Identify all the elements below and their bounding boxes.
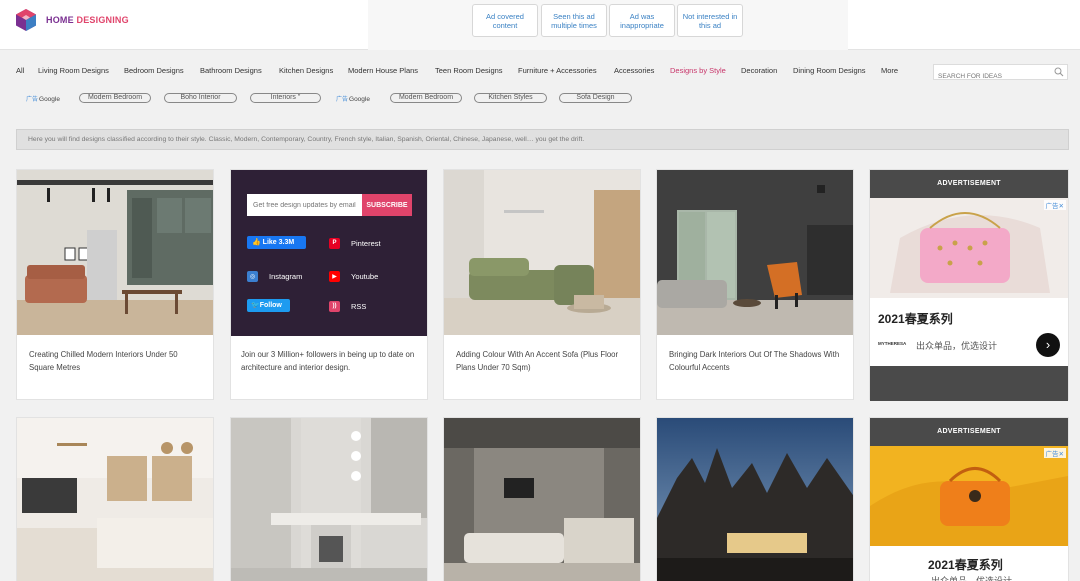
- nav-teen-room[interactable]: Teen Room Designs: [435, 66, 503, 75]
- nav-furniture-accessories[interactable]: Furniture + Accessories: [518, 66, 597, 75]
- article-card-row2-1[interactable]: [16, 417, 214, 581]
- tag-modern-bedroom-2[interactable]: Modern Bedroom: [390, 93, 462, 103]
- pinterest-icon: P: [329, 237, 340, 249]
- ad-title: 2021春夏系列: [928, 558, 1003, 572]
- ad-subtitle: 出众单品，优选设计: [916, 341, 998, 351]
- ad-choices-tag[interactable]: 广告✕: [1043, 200, 1066, 210]
- article-thumbnail[interactable]: [17, 418, 213, 581]
- tag-sofa-design[interactable]: Sofa Design: [559, 93, 632, 103]
- search-box: [933, 64, 1068, 84]
- article-card-row2-3[interactable]: [443, 417, 641, 581]
- nav-more[interactable]: More: [881, 66, 898, 75]
- article-card-row2-2[interactable]: [230, 417, 428, 581]
- ad-next-arrow-icon[interactable]: ›: [1036, 333, 1060, 357]
- email-subscribe-input[interactable]: [247, 194, 362, 216]
- advertisement-heading: ADVERTISEMENT: [870, 418, 1068, 446]
- nav-designs-by-style[interactable]: Designs by Style: [670, 66, 726, 75]
- tag-kitchen-styles[interactable]: Kitchen Styles: [474, 93, 547, 103]
- nav-bedroom[interactable]: Bedroom Designs: [124, 66, 184, 75]
- social-caption: Join our 3 Million+ followers in being u…: [241, 350, 415, 372]
- instagram-link[interactable]: ◎ Instagram: [247, 270, 302, 282]
- google-ad-label: 广告Google: [336, 96, 370, 103]
- advertisement-block: ADVERTISEMENT 广告✕ 2021春夏系列 MYTHERESA 出众单…: [869, 169, 1069, 401]
- ad-brand-logo: MYTHERESA: [878, 341, 907, 346]
- article-card-chilled-interiors[interactable]: Creating Chilled Modern Interiors Under …: [16, 169, 214, 400]
- article-thumbnail[interactable]: [657, 170, 853, 335]
- tag-boho-interior[interactable]: Boho Interior: [164, 93, 237, 103]
- twitter-bird-icon: 🐦: [251, 302, 260, 309]
- nav-decoration[interactable]: Decoration: [741, 66, 777, 75]
- ad-feedback-not-interested-button[interactable]: Not interested in this ad: [677, 4, 743, 37]
- social-caption-area: Join our 3 Million+ followers in being u…: [231, 336, 427, 399]
- advertisement-block-2: ADVERTISEMENT 广告✕ 2021春夏系列 出众单品，优选设计: [869, 417, 1069, 581]
- article-thumbnail[interactable]: [444, 418, 640, 581]
- nav-living-room[interactable]: Living Room Designs: [38, 66, 109, 75]
- nav-kitchen[interactable]: Kitchen Designs: [279, 66, 333, 75]
- youtube-icon: ▶: [329, 270, 340, 282]
- article-title[interactable]: Bringing Dark Interiors Out Of The Shado…: [669, 348, 841, 374]
- home-designing-logo-icon[interactable]: [14, 8, 38, 32]
- ad-choices-tag[interactable]: 广告✕: [1043, 448, 1066, 458]
- tag-modern-bedroom[interactable]: Modern Bedroom: [79, 93, 151, 103]
- ad-banner-image[interactable]: [870, 198, 1068, 298]
- ad-footer-bar: [870, 366, 1068, 401]
- ad-title: 2021春夏系列: [878, 312, 953, 326]
- nav-dining-room[interactable]: Dining Room Designs: [793, 66, 866, 75]
- sponsored-tags: 广告Google Modern Bedroom Boho Interior In…: [0, 93, 700, 105]
- article-thumbnail[interactable]: [17, 170, 213, 335]
- site-header: HOME DESIGNING Ad covered content Seen t…: [0, 0, 1080, 50]
- article-thumbnail[interactable]: [657, 418, 853, 581]
- ad-text-area[interactable]: 2021春夏系列 出众单品，优选设计: [870, 546, 1068, 581]
- nav-accessories[interactable]: Accessories: [614, 66, 654, 75]
- instagram-icon: ◎: [247, 270, 258, 282]
- nav-modern-house-plans[interactable]: Modern House Plans: [348, 66, 418, 75]
- article-title[interactable]: Adding Colour With An Accent Sofa (Plus …: [456, 348, 628, 374]
- thumbs-up-icon: 👍: [252, 239, 261, 246]
- ad-feedback-covered-button[interactable]: Ad covered content: [472, 4, 538, 37]
- google-ad-label: 广告Google: [26, 96, 60, 103]
- brand-name[interactable]: HOME DESIGNING: [46, 15, 129, 25]
- ad-feedback-inappropriate-button[interactable]: Ad was inappropriate: [609, 4, 675, 37]
- style-intro-bar: Here you will find designs classified ac…: [16, 129, 1069, 150]
- rss-icon: )): [329, 300, 340, 312]
- search-icon[interactable]: [1054, 67, 1064, 77]
- ad-banner-image[interactable]: [870, 446, 1068, 546]
- rss-link[interactable]: )) RSS: [329, 300, 366, 312]
- ad-feedback-repeated-button[interactable]: Seen this ad multiple times: [541, 4, 607, 37]
- pinterest-link[interactable]: P Pinterest: [329, 237, 381, 249]
- facebook-like-button[interactable]: 👍 Like 3.3M: [247, 236, 306, 249]
- article-card-row2-4[interactable]: [656, 417, 854, 581]
- article-title[interactable]: Creating Chilled Modern Interiors Under …: [29, 348, 201, 374]
- youtube-link[interactable]: ▶ Youtube: [329, 270, 378, 282]
- nav-all[interactable]: All: [16, 66, 24, 75]
- advertisement-heading: ADVERTISEMENT: [870, 170, 1068, 198]
- ad-feedback-strip: Ad covered content Seen this ad multiple…: [368, 0, 848, 50]
- article-card-accent-sofa[interactable]: Adding Colour With An Accent Sofa (Plus …: [443, 169, 641, 400]
- search-input[interactable]: [934, 69, 1046, 84]
- social-follow-card: SUBSCRIBE 👍 Like 3.3M PPinterest ◎Instag…: [230, 169, 428, 400]
- nav-bathroom[interactable]: Bathroom Designs: [200, 66, 262, 75]
- ad-subtitle: 出众单品，优选设计: [931, 576, 1013, 581]
- twitter-follow-button[interactable]: 🐦Follow: [247, 299, 290, 312]
- subscribe-button[interactable]: SUBSCRIBE: [362, 194, 412, 216]
- ad-text-area[interactable]: 2021春夏系列 MYTHERESA 出众单品，优选设计 ›: [870, 298, 1068, 366]
- article-thumbnail[interactable]: [444, 170, 640, 335]
- article-thumbnail[interactable]: [231, 418, 427, 581]
- main-nav: All Living Room Designs Bedroom Designs …: [0, 66, 1080, 78]
- article-card-dark-interiors[interactable]: Bringing Dark Interiors Out Of The Shado…: [656, 169, 854, 400]
- tag-interiors[interactable]: Interiors ": [250, 93, 321, 103]
